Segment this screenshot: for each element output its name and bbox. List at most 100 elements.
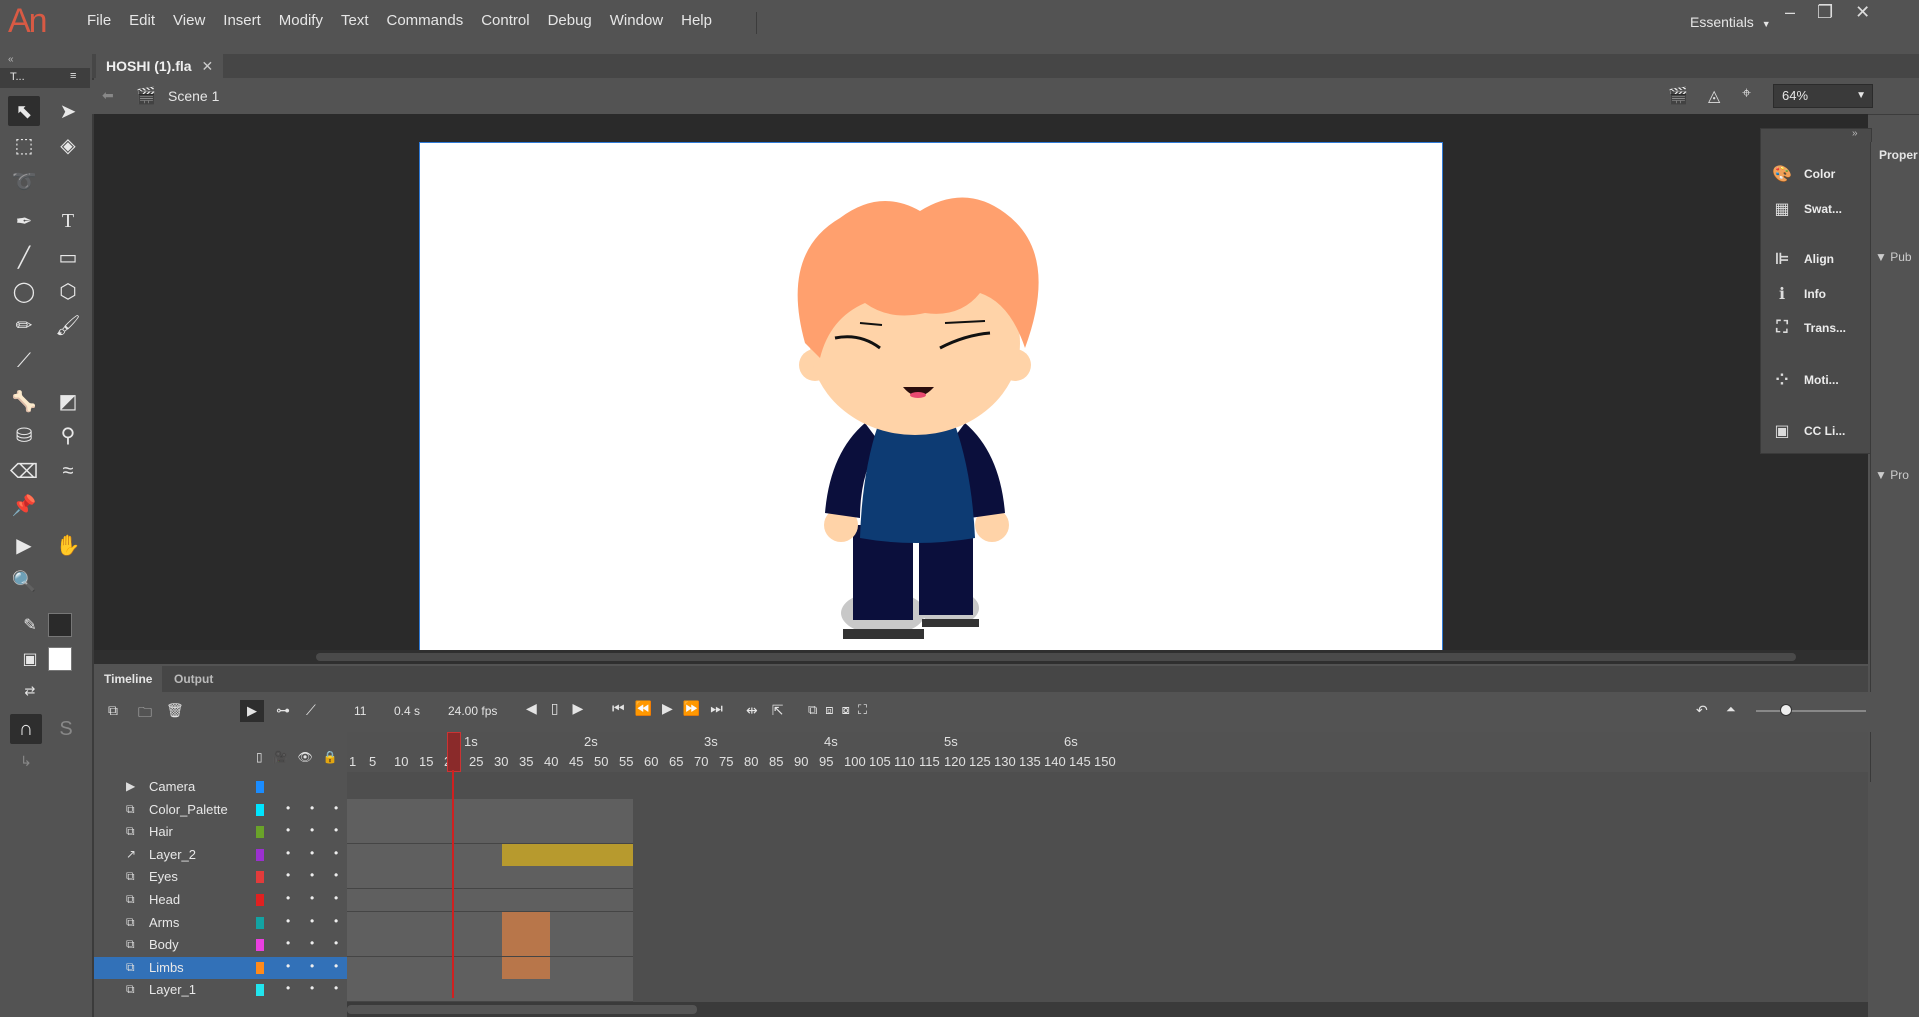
frame-span[interactable] bbox=[347, 821, 633, 844]
layer-color-swatch[interactable] bbox=[256, 871, 264, 883]
oval-tool-icon[interactable]: ◯ bbox=[8, 276, 40, 306]
layer-highlight-toggle[interactable]: • bbox=[286, 868, 290, 882]
layer-highlight-toggle[interactable]: • bbox=[286, 823, 290, 837]
layer-lock-toggle[interactable]: • bbox=[334, 914, 338, 928]
new-folder-icon[interactable]: 🗀 bbox=[138, 702, 152, 726]
stage[interactable] bbox=[419, 142, 1443, 651]
frame-span[interactable] bbox=[347, 889, 633, 912]
layer-lock-toggle[interactable]: • bbox=[334, 936, 338, 950]
restore-icon[interactable]: ❐ bbox=[1817, 2, 1833, 23]
straighten-icon[interactable]: ↳ bbox=[10, 746, 42, 776]
document-tab[interactable]: HOSHI (1).fla ✕ bbox=[96, 54, 224, 78]
center-stage-icon[interactable]: ⌖ bbox=[1742, 85, 1751, 103]
ink-bottle-tool-icon[interactable]: ⛁ bbox=[8, 420, 40, 450]
go-to-last-frame-icon[interactable]: ⏭ bbox=[710, 700, 723, 717]
fill-color-swatch[interactable] bbox=[48, 647, 72, 671]
layer-highlight-toggle[interactable]: • bbox=[286, 891, 290, 905]
menu-file[interactable]: File bbox=[78, 12, 120, 29]
tab-output[interactable]: Output bbox=[164, 666, 223, 692]
layer-row[interactable]: ⧉ Body • • • bbox=[94, 934, 347, 956]
align-panel-button[interactable]: ⊫ Align bbox=[1772, 249, 1834, 269]
layer-highlight-toggle[interactable]: • bbox=[286, 936, 290, 950]
zoom-tool-icon[interactable]: 🔍 bbox=[8, 566, 40, 596]
classic-tween-span[interactable] bbox=[502, 934, 550, 956]
fit-frames-icon[interactable]: ⏶ bbox=[1726, 702, 1736, 717]
panel-menu-icon[interactable]: ≡ bbox=[70, 70, 76, 82]
layer-row[interactable]: ▶ Camera bbox=[94, 776, 347, 798]
back-arrow-icon[interactable]: ⬅ bbox=[102, 87, 114, 104]
transform-panel-button[interactable]: ⛶ Trans... bbox=[1772, 319, 1846, 337]
timeline-scroll-thumb[interactable] bbox=[347, 1005, 697, 1014]
bone-tool-icon[interactable]: 🦴 bbox=[8, 386, 40, 416]
layer-name[interactable]: Camera bbox=[149, 779, 195, 794]
properties-tab[interactable]: Proper bbox=[1879, 148, 1918, 162]
brush-tool-icon[interactable]: 🖌 bbox=[52, 310, 84, 340]
layer-name[interactable]: Layer_1 bbox=[149, 982, 196, 997]
edit-multiple-frames-icon[interactable]: ⧇ bbox=[842, 702, 850, 718]
camera-tool-icon[interactable]: ▶ bbox=[8, 530, 40, 560]
minimize-icon[interactable]: – bbox=[1785, 2, 1795, 23]
step-back-icon[interactable]: ⏪ bbox=[635, 700, 652, 717]
menu-edit[interactable]: Edit bbox=[120, 12, 164, 29]
menu-text[interactable]: Text bbox=[332, 12, 378, 29]
layer-name[interactable]: Head bbox=[149, 892, 180, 907]
expand-panels-icon[interactable]: » bbox=[1852, 128, 1858, 139]
layer-lock-toggle[interactable]: • bbox=[334, 801, 338, 815]
frame-span[interactable] bbox=[347, 912, 633, 935]
snap-magnet-icon[interactable]: ∩ bbox=[10, 714, 42, 744]
workspace-switcher[interactable]: Essentials ▼ bbox=[1690, 14, 1771, 30]
layer-depth-icon[interactable]: ⟋ bbox=[306, 702, 316, 719]
zoom-select[interactable]: 64% ▼ bbox=[1773, 84, 1873, 108]
hand-tool-icon[interactable]: ✋ bbox=[52, 530, 84, 560]
layer-name[interactable]: Layer_2 bbox=[149, 847, 196, 862]
frame-span[interactable] bbox=[347, 866, 633, 889]
stage-scroll-thumb[interactable] bbox=[316, 653, 1796, 661]
layer-lock-toggle[interactable]: • bbox=[334, 823, 338, 837]
stroke-color-icon[interactable]: ✎ bbox=[14, 610, 46, 640]
frame-span[interactable] bbox=[347, 844, 633, 867]
layer-name[interactable]: Eyes bbox=[149, 869, 178, 884]
fill-color-icon[interactable]: ▣ bbox=[14, 644, 46, 674]
layer-visibility-toggle[interactable]: • bbox=[310, 846, 314, 860]
paint-bucket-tool-icon[interactable]: ◩ bbox=[52, 386, 84, 416]
classic-tween-span[interactable] bbox=[502, 957, 550, 979]
pen-tool-icon[interactable]: ✒ bbox=[8, 206, 40, 236]
edit-symbols-icon[interactable]: ◬ bbox=[1708, 86, 1720, 106]
layer-lock-toggle[interactable]: • bbox=[334, 868, 338, 882]
layer-row[interactable]: ⧉ Limbs • • • bbox=[94, 957, 347, 979]
layer-name[interactable]: Arms bbox=[149, 915, 179, 930]
elapsed-time[interactable]: 0.4 s bbox=[394, 704, 420, 718]
width-tool-icon[interactable]: ≈ bbox=[52, 456, 84, 486]
polystar-tool-icon[interactable]: ⬡ bbox=[52, 276, 84, 306]
onion-skin-icon[interactable]: ⧉ bbox=[808, 702, 817, 718]
smooth-icon[interactable]: S bbox=[50, 714, 82, 744]
layer-row[interactable]: ⧉ Eyes • • • bbox=[94, 866, 347, 888]
highlight-layers-icon[interactable]: ▯ bbox=[256, 750, 263, 764]
selection-tool-icon[interactable]: ⬉ bbox=[8, 96, 40, 126]
frame-span[interactable] bbox=[347, 799, 633, 822]
undo-icon[interactable]: ↶ bbox=[1696, 702, 1708, 719]
layer-visibility-toggle[interactable]: • bbox=[310, 868, 314, 882]
layer-color-swatch[interactable] bbox=[256, 962, 264, 974]
layer-color-swatch[interactable] bbox=[256, 984, 264, 996]
layer-highlight-toggle[interactable]: • bbox=[286, 846, 290, 860]
layer-row[interactable]: ⧉ Color_Palette • • • bbox=[94, 799, 347, 821]
step-forward-icon[interactable]: ⏩ bbox=[683, 700, 700, 717]
pin-tool-icon[interactable]: 📌 bbox=[8, 490, 40, 520]
layer-lock-toggle[interactable]: • bbox=[334, 891, 338, 905]
eyedropper-tool-icon[interactable]: ⚲ bbox=[52, 420, 84, 450]
layer-highlight-toggle[interactable]: • bbox=[286, 914, 290, 928]
insert-keyframe-icon[interactable]: ▯ bbox=[551, 700, 559, 717]
line-tool-icon[interactable]: ╱ bbox=[8, 242, 40, 272]
layer-row[interactable]: ⧉ Layer_1 • • • bbox=[94, 979, 347, 1001]
loop-icon[interactable]: ⇹ bbox=[746, 702, 758, 719]
layer-row[interactable]: ⧉ Arms • • • bbox=[94, 912, 347, 934]
playhead[interactable] bbox=[447, 732, 461, 772]
layer-color-swatch[interactable] bbox=[256, 894, 264, 906]
show-all-layers-icon[interactable]: 👁 bbox=[298, 750, 313, 764]
modify-onion-markers-icon[interactable]: ⛶ bbox=[858, 702, 867, 718]
layer-color-swatch[interactable] bbox=[256, 917, 264, 929]
menu-modify[interactable]: Modify bbox=[270, 12, 332, 29]
layer-color-swatch[interactable] bbox=[256, 781, 264, 793]
paint-brush-tool-icon[interactable]: ⟋ bbox=[8, 346, 40, 376]
